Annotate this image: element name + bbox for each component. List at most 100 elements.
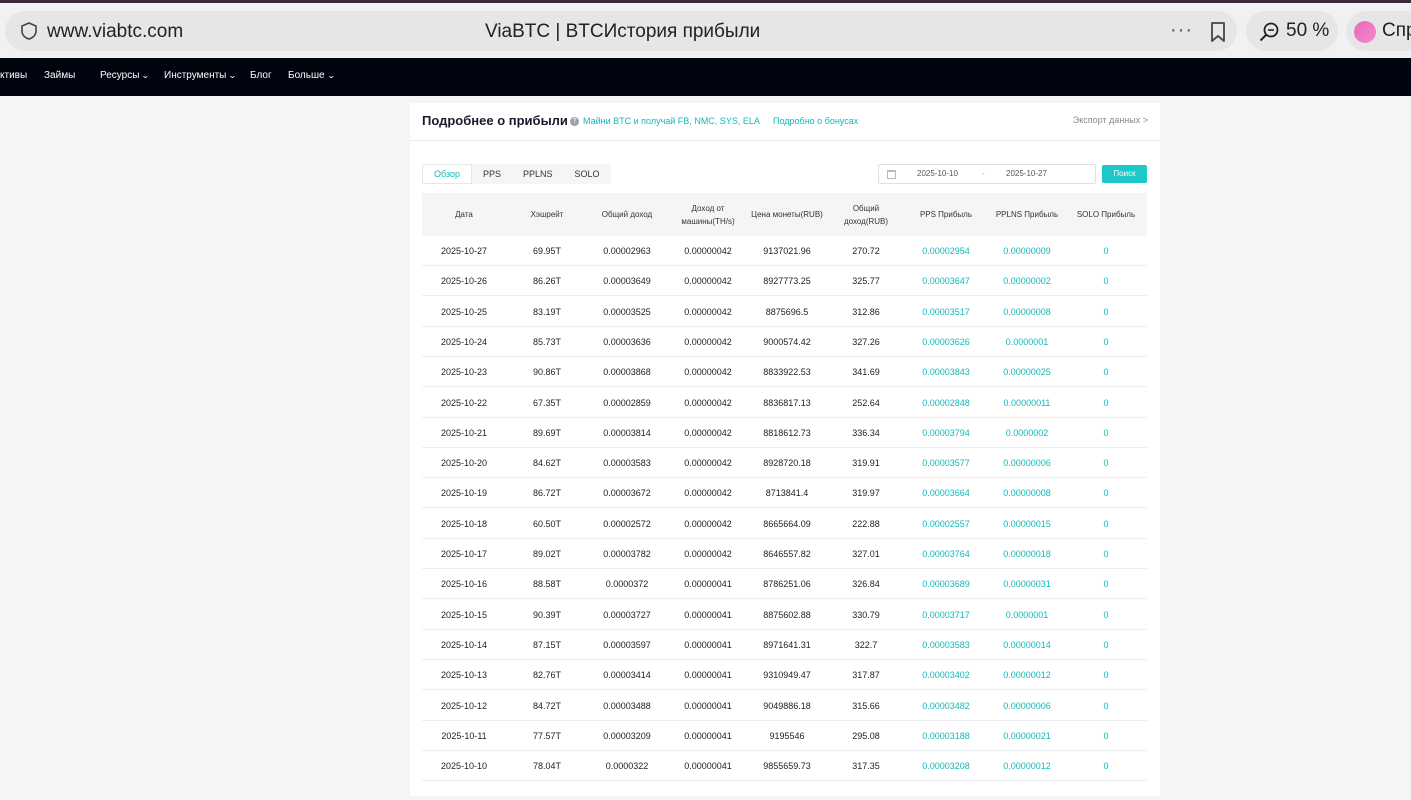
cell-pps-profit[interactable]: 0.00002848 bbox=[909, 388, 984, 418]
bonus-details-link[interactable]: Подробно о бонусах bbox=[773, 116, 858, 126]
search-button[interactable]: Поиск bbox=[1102, 165, 1147, 183]
cell-pps-profit[interactable]: 0.00003583 bbox=[909, 630, 984, 660]
cell-solo-profit[interactable]: 0 bbox=[1069, 266, 1144, 296]
cell-total-income-rub: 341.69 bbox=[852, 367, 880, 378]
cell-pplns-profit[interactable]: 0.00000011 bbox=[987, 388, 1067, 418]
cell-pplns-profit[interactable]: 0.0000001 bbox=[987, 600, 1067, 630]
cell-date: 2025-10-24 bbox=[440, 336, 488, 347]
assistant-button[interactable]: Спр bbox=[1346, 11, 1411, 51]
help-icon[interactable]: ? bbox=[570, 117, 579, 126]
cell-total-income-rub: 315.66 bbox=[852, 700, 880, 711]
cell-pplns-profit[interactable]: 0.00000018 bbox=[987, 539, 1067, 569]
tab-solo[interactable]: SOLO bbox=[564, 164, 611, 184]
cell-solo-profit[interactable]: 0 bbox=[1069, 509, 1144, 539]
tab-overview[interactable]: Обзор bbox=[422, 164, 472, 184]
th-pplns-profit: PPLNS Прибыль bbox=[995, 210, 1059, 219]
chevron-down-icon: ⌄ bbox=[326, 71, 336, 80]
cell-solo-profit[interactable]: 0 bbox=[1069, 448, 1144, 478]
cell-pps-profit[interactable]: 0.00003717 bbox=[909, 600, 984, 630]
cell-pplns-profit[interactable]: 0.00000021 bbox=[987, 721, 1067, 751]
cell-pps-profit[interactable]: 0.00003689 bbox=[909, 569, 984, 599]
cell-pplns-profit[interactable]: 0.00000006 bbox=[987, 691, 1067, 721]
cell-solo-profit[interactable]: 0 bbox=[1069, 388, 1144, 418]
date-range-picker[interactable]: 2025-10-10 - 2025-10-27 bbox=[878, 164, 1096, 184]
tab-pplns[interactable]: PPLNS bbox=[512, 164, 564, 184]
cell-pps-profit[interactable]: 0.00003764 bbox=[909, 539, 984, 569]
nav-label: ктивы bbox=[0, 70, 28, 81]
cell-income-per-th: 0.00000041 bbox=[684, 700, 732, 711]
cell-pplns-profit[interactable]: 0.0000002 bbox=[987, 418, 1067, 448]
cell-pps-profit[interactable]: 0.00003402 bbox=[909, 660, 984, 690]
more-options-icon[interactable]: ··· bbox=[1170, 19, 1193, 42]
cell-pps-profit[interactable]: 0.00003188 bbox=[909, 721, 984, 751]
cell-solo-profit[interactable]: 0 bbox=[1069, 478, 1144, 508]
cell-solo-profit[interactable]: 0 bbox=[1069, 630, 1144, 660]
cell-solo-profit[interactable]: 0 bbox=[1069, 236, 1144, 266]
cell-pps-profit[interactable]: 0.00003794 bbox=[909, 418, 984, 448]
promo-link[interactable]: Майни BTC и получай FB, NMC, SYS, ELA bbox=[583, 116, 760, 126]
cell-date: 2025-10-20 bbox=[440, 458, 488, 469]
address-bar[interactable]: www.viabtc.com ViaBTC | BTCИстория прибы… bbox=[5, 11, 1237, 51]
cell-solo-profit[interactable]: 0 bbox=[1069, 600, 1144, 630]
cell-total-income-rub: 295.08 bbox=[852, 730, 880, 741]
cell-pplns-profit[interactable]: 0.00000009 bbox=[987, 236, 1067, 266]
nav-item-loans[interactable]: Займы bbox=[44, 70, 75, 81]
cell-pplns-profit[interactable]: 0.00000031 bbox=[987, 569, 1067, 599]
nav-item-tools[interactable]: Инструменты ⌄ bbox=[164, 70, 237, 81]
nav-item-blog[interactable]: Блог bbox=[250, 70, 272, 81]
cell-pps-profit[interactable]: 0.00002954 bbox=[909, 236, 984, 266]
bookmark-icon[interactable] bbox=[1208, 21, 1228, 43]
cell-pplns-profit[interactable]: 0.00000025 bbox=[987, 357, 1067, 387]
cell-pps-profit[interactable]: 0.00003843 bbox=[909, 357, 984, 387]
cell-pplns-profit[interactable]: 0.00000014 bbox=[987, 630, 1067, 660]
cell-pps-profit[interactable]: 0.00003626 bbox=[909, 327, 984, 357]
cell-total-income-rub: 327.26 bbox=[852, 336, 880, 347]
cell-pps-profit[interactable]: 0.00003647 bbox=[909, 266, 984, 296]
cell-solo-profit[interactable]: 0 bbox=[1069, 751, 1144, 781]
cell-solo-profit[interactable]: 0 bbox=[1069, 297, 1144, 327]
cell-pplns-profit[interactable]: 0.00000002 bbox=[987, 266, 1067, 296]
cell-solo-profit[interactable]: 0 bbox=[1069, 357, 1144, 387]
url-text[interactable]: www.viabtc.com bbox=[47, 21, 183, 43]
export-data-link[interactable]: Экспорт данных > bbox=[1073, 115, 1148, 125]
zoom-control[interactable]: 50 % bbox=[1246, 11, 1338, 51]
cell-pplns-profit[interactable]: 0.00000012 bbox=[987, 751, 1067, 781]
card-title: Подробнее о прибыли bbox=[422, 113, 568, 128]
cell-date: 2025-10-14 bbox=[440, 639, 488, 650]
cell-total-income-rub: 317.35 bbox=[852, 761, 880, 772]
cell-pps-profit[interactable]: 0.00003208 bbox=[909, 751, 984, 781]
cell-solo-profit[interactable]: 0 bbox=[1069, 539, 1144, 569]
cell-pps-profit[interactable]: 0.00003664 bbox=[909, 478, 984, 508]
cell-pplns-profit[interactable]: 0.0000001 bbox=[987, 327, 1067, 357]
cell-total-income: 0.00003414 bbox=[603, 670, 651, 681]
cell-pps-profit[interactable]: 0.00003577 bbox=[909, 448, 984, 478]
table-row: 2025-10-22 67.35T 0.00002859 0.00000042 8836… bbox=[422, 388, 1147, 418]
date-from[interactable]: 2025-10-10 bbox=[917, 169, 958, 178]
cell-solo-profit[interactable]: 0 bbox=[1069, 327, 1144, 357]
table-header: Дата Хэшрейт Общий доход Доход от машины(TH… bbox=[422, 193, 1147, 236]
tab-pps[interactable]: PPS bbox=[472, 164, 512, 184]
nav-item-more[interactable]: Больше ⌄ bbox=[288, 70, 336, 81]
cell-pps-profit[interactable]: 0.00002557 bbox=[909, 509, 984, 539]
cell-pplns-profit[interactable]: 0.00000008 bbox=[987, 478, 1067, 508]
nav-item-resources[interactable]: Ресурсы ⌄ bbox=[100, 70, 150, 81]
table-row: 2025-10-15 90.39T 0.00003727 0.00000041 8875… bbox=[422, 600, 1147, 630]
cell-pps-profit[interactable]: 0.00003517 bbox=[909, 297, 984, 327]
cell-pplns-profit[interactable]: 0.00000008 bbox=[987, 297, 1067, 327]
cell-income-per-th: 0.00000041 bbox=[684, 579, 732, 590]
cell-pplns-profit[interactable]: 0.00000006 bbox=[987, 448, 1067, 478]
cell-solo-profit[interactable]: 0 bbox=[1069, 691, 1144, 721]
cell-solo-profit[interactable]: 0 bbox=[1069, 569, 1144, 599]
date-separator: - bbox=[982, 169, 985, 178]
nav-item-assets[interactable]: ктивы bbox=[0, 70, 27, 81]
cell-pps-profit[interactable]: 0.00003482 bbox=[909, 691, 984, 721]
cell-solo-profit[interactable]: 0 bbox=[1069, 418, 1144, 448]
cell-pplns-profit[interactable]: 0.00000012 bbox=[987, 660, 1067, 690]
cell-pplns-profit[interactable]: 0.00000015 bbox=[987, 509, 1067, 539]
date-to[interactable]: 2025-10-27 bbox=[1006, 169, 1047, 178]
cell-total-income: 0.00002859 bbox=[603, 397, 651, 408]
cell-solo-profit[interactable]: 0 bbox=[1069, 660, 1144, 690]
shield-icon[interactable] bbox=[19, 21, 39, 41]
cell-solo-profit[interactable]: 0 bbox=[1069, 721, 1144, 751]
cell-total-income-rub: 312.86 bbox=[852, 306, 880, 317]
